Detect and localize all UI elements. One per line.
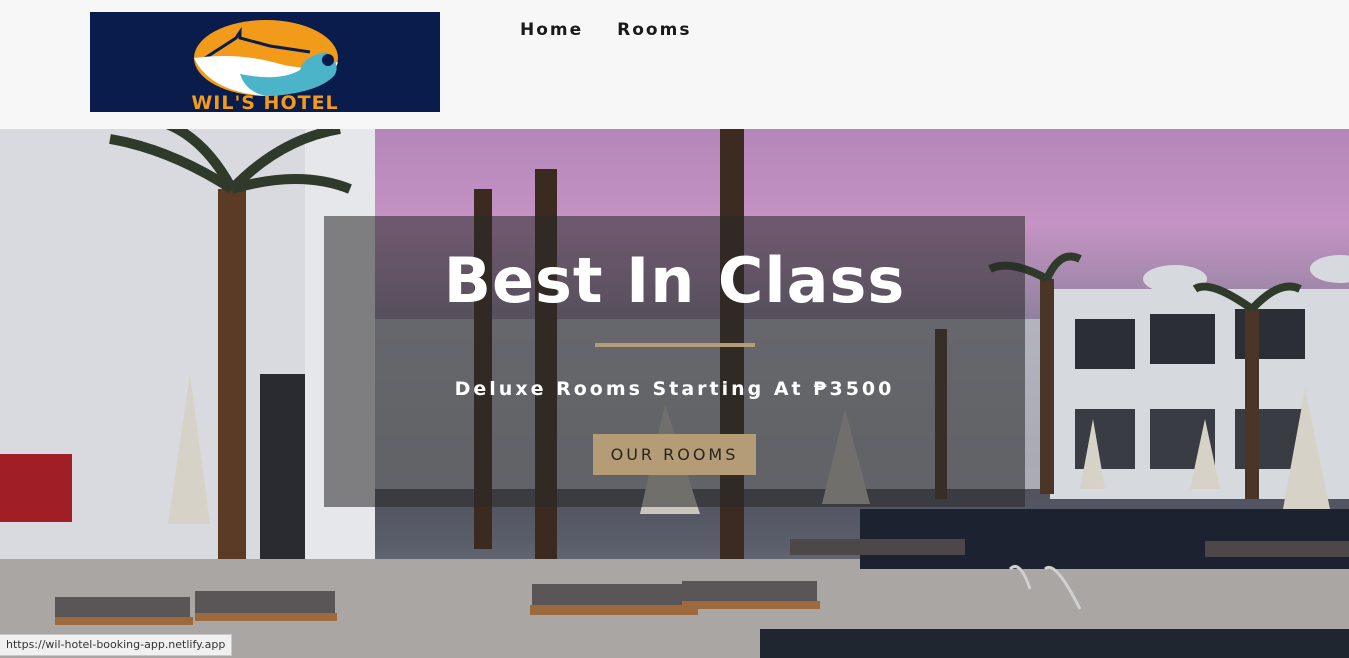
hero-section: Best In Class Deluxe Rooms Starting At ₱… xyxy=(0,129,1349,658)
main-nav: Home Rooms xyxy=(520,20,691,40)
nav-home-link[interactable]: Home xyxy=(520,20,583,40)
nav-rooms-link[interactable]: Rooms xyxy=(617,20,691,40)
hotel-logo[interactable]: WIL'S HOTEL xyxy=(90,12,440,112)
logo-wordmark: WIL'S HOTEL xyxy=(191,92,339,112)
hero-subtitle: Deluxe Rooms Starting At ₱3500 xyxy=(454,378,895,400)
hero-caption-panel: Best In Class Deluxe Rooms Starting At ₱… xyxy=(324,216,1025,507)
link-status-url: https://wil-hotel-booking-app.netlify.ap… xyxy=(0,634,233,656)
our-rooms-button[interactable]: OUR ROOMS xyxy=(593,434,756,475)
hero-title: Best In Class xyxy=(443,244,906,317)
site-header: WIL'S HOTEL Home Rooms xyxy=(0,0,1349,129)
hero-divider xyxy=(595,343,755,347)
